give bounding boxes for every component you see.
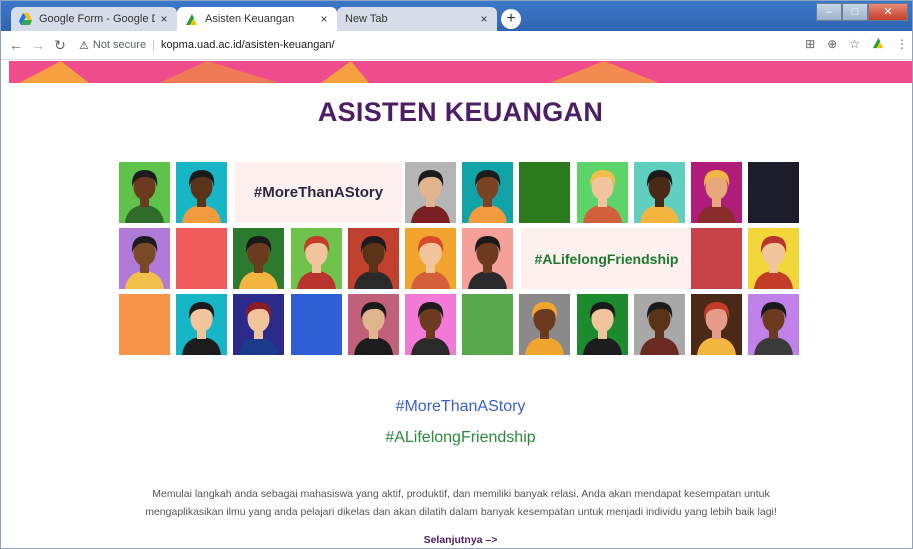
community-collage-image: #MoreThanAStory #ALifelongFriendship — [119, 162, 805, 355]
security-label: Not secure — [92, 39, 147, 51]
close-icon[interactable]: × — [475, 12, 493, 26]
portrait-tile — [748, 294, 800, 355]
description-text: Memulai langkah anda sebagai mahasiswa y… — [145, 488, 777, 518]
google-drive-icon — [19, 13, 32, 26]
portrait-tile — [290, 228, 342, 289]
portrait-tile — [462, 162, 514, 223]
kopma-logo-icon — [185, 13, 198, 26]
portrait-tile — [290, 294, 342, 355]
hashtag-more-than-a-story: #MoreThanAStory — [395, 398, 526, 415]
header-banner — [9, 61, 912, 83]
portrait-tile — [519, 162, 571, 223]
window-controls: – □ ✕ — [816, 3, 908, 21]
portrait-tile — [119, 228, 170, 289]
window-close-icon[interactable]: ✕ — [868, 3, 908, 21]
portrait-tile — [233, 294, 285, 355]
portrait-tile — [462, 228, 514, 289]
portrait-tile — [405, 162, 456, 223]
portrait-tile — [347, 294, 399, 355]
new-tab-button[interactable]: + — [501, 9, 521, 29]
toolbar-actions: ⊞ ⊕ ☆ ⋮ — [805, 37, 908, 52]
page-title: ASISTEN KEUANGAN — [317, 97, 604, 127]
tab-google-drive[interactable]: Google Form - Google Drive × — [11, 7, 177, 31]
url-text[interactable]: kopma.uad.ac.id/asisten-keuangan/ — [161, 39, 335, 51]
portrait-tile — [233, 228, 285, 289]
portrait-tile — [748, 228, 800, 289]
portrait-tile — [176, 228, 228, 289]
bookmark-star-icon[interactable]: ☆ — [849, 37, 860, 52]
portrait-tile — [691, 162, 742, 223]
address-bar[interactable]: ⚠ Not secure | kopma.uad.ac.id/asisten-k… — [79, 39, 335, 52]
browser-window: Google Form - Google Drive × Asisten Keu… — [0, 0, 913, 549]
portrait-tile — [576, 294, 628, 355]
portrait-tile — [462, 294, 514, 355]
close-icon[interactable]: × — [155, 12, 173, 26]
back-arrow-icon[interactable]: ← — [5, 37, 27, 53]
portrait-tile — [405, 228, 456, 289]
tab-title: Google Form - Google Drive — [39, 13, 155, 25]
portrait-tile — [691, 228, 742, 289]
portrait-tile — [633, 162, 685, 223]
portrait-tile — [691, 294, 742, 355]
tab-title: New Tab — [345, 13, 388, 25]
portrait-tile — [347, 228, 399, 289]
portrait-tile — [519, 294, 571, 355]
portrait-tile — [748, 162, 800, 223]
minimize-icon[interactable]: – — [816, 3, 842, 21]
divider: | — [152, 39, 155, 51]
collage-tag-lifelong-friendship: #ALifelongFriendship — [521, 228, 692, 289]
hashtag-lifelong-friendship: #ALifelongFriendship — [385, 429, 536, 446]
portrait-tile — [576, 162, 628, 223]
collage-tag-more-than-a-story: #MoreThanAStory — [235, 162, 402, 223]
next-link[interactable]: Selanjutnya –> — [9, 534, 912, 546]
portrait-tile — [176, 162, 228, 223]
tab-new-tab[interactable]: New Tab × — [337, 7, 497, 31]
translate-icon[interactable]: ⊞ — [805, 37, 815, 52]
menu-icon[interactable]: ⋮ — [896, 37, 908, 52]
address-toolbar: ← → ↻ ⚠ Not secure | kopma.uad.ac.id/asi… — [1, 31, 912, 60]
tab-title: Asisten Keuangan — [205, 13, 295, 25]
portrait-tile — [405, 294, 456, 355]
maximize-icon[interactable]: □ — [842, 3, 868, 21]
forward-arrow-icon[interactable]: → — [27, 37, 49, 53]
warning-icon[interactable]: ⚠ — [79, 39, 89, 52]
close-icon[interactable]: × — [315, 12, 333, 26]
portrait-tile — [176, 294, 228, 355]
reload-icon[interactable]: ↻ — [49, 37, 71, 54]
portrait-tile — [633, 294, 685, 355]
tab-strip: Google Form - Google Drive × Asisten Keu… — [1, 1, 912, 31]
zoom-icon[interactable]: ⊕ — [827, 37, 837, 52]
portrait-tile — [119, 294, 170, 355]
extension-kopma-icon[interactable] — [872, 37, 884, 52]
tab-asisten-keuangan[interactable]: Asisten Keuangan × — [177, 7, 337, 31]
portrait-tile — [119, 162, 170, 223]
